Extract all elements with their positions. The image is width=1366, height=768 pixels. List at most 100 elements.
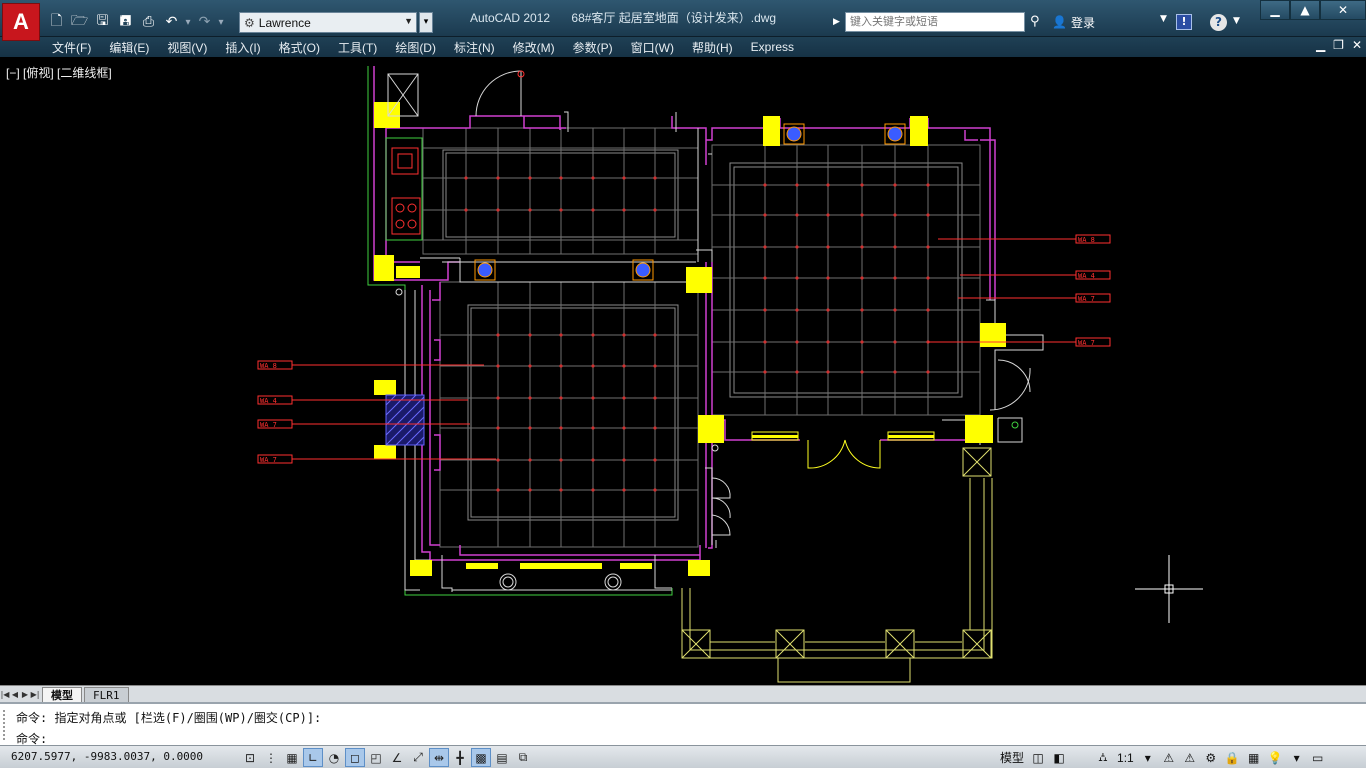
menu-insert[interactable]: 插入(I) — [225, 39, 260, 56]
login-dropdown-icon[interactable]: ▼ — [1160, 14, 1167, 24]
menu-dimension[interactable]: 标注(N) — [454, 39, 495, 56]
quick-properties-icon[interactable]: ▤ — [492, 748, 512, 767]
light-dot — [559, 426, 563, 430]
undo-icon[interactable]: ↶ — [161, 12, 182, 33]
menu-format[interactable]: 格式(O) — [279, 39, 320, 56]
dynamic-input-icon[interactable]: ⇹ — [429, 748, 449, 767]
search-expand-icon[interactable]: ▶ — [833, 12, 845, 32]
workspace-dropdown[interactable]: ⚙ Lawrence ▼ — [239, 12, 417, 33]
light-dot — [559, 364, 563, 368]
help-dropdown-icon[interactable]: ▼ — [1233, 16, 1240, 26]
menu-draw[interactable]: 绘图(D) — [395, 39, 436, 56]
lock-icon[interactable]: 🔒 — [1223, 748, 1242, 767]
quick-view-drawings-icon[interactable]: ◧ — [1050, 748, 1068, 767]
doc-minimize-icon[interactable]: ▁ — [1316, 38, 1325, 52]
login-button[interactable]: 👤 登录 — [1052, 12, 1095, 32]
model-space-button[interactable]: 模型 — [998, 748, 1026, 767]
drafting-toggles: ⊡ ⋮ ▦ ∟ ◔ ◻ ◰ ∠ ⤢ ⇹ ╋ ▩ ▤ ⧉ — [240, 748, 533, 767]
menu-window[interactable]: 窗口(W) — [631, 39, 674, 56]
save-icon[interactable]: 🖫 — [92, 12, 113, 33]
polar-tracking-icon[interactable]: ◔ — [324, 748, 344, 767]
hardware-acceleration-icon[interactable]: ▦ — [1245, 748, 1263, 767]
application-menu-button[interactable]: A — [2, 3, 40, 41]
annotation-scale-icon[interactable]: ⛼ — [1094, 748, 1112, 767]
object-snap-icon[interactable]: ◻ — [345, 748, 365, 767]
prev-tab-icon[interactable]: ◀ — [10, 690, 20, 699]
new-file-icon[interactable]: 🗋 — [46, 12, 67, 33]
chevron-down-icon: ▼ — [404, 16, 413, 26]
menu-tools[interactable]: 工具(T) — [338, 39, 377, 56]
isolate-objects-icon[interactable]: 💡 — [1266, 748, 1285, 767]
ceiling-light-dots — [464, 176, 930, 492]
tab-flr1[interactable]: FLR1 — [84, 686, 129, 702]
dynamic-ucs-icon[interactable]: ⤢ — [408, 748, 428, 767]
light-dot — [795, 183, 799, 187]
terrace-outline — [681, 447, 993, 683]
transparency-icon[interactable]: ▩ — [471, 748, 491, 767]
infer-constraints-icon[interactable]: ⊡ — [240, 748, 260, 767]
search-input[interactable] — [845, 12, 1025, 32]
help-icon[interactable]: ? — [1210, 14, 1227, 31]
snap-mode-icon[interactable]: ⋮ — [261, 748, 281, 767]
minimize-icon[interactable]: ▁ — [1260, 0, 1290, 20]
lineweight-icon[interactable]: ╋ — [450, 748, 470, 767]
cursor-coordinates[interactable]: 6207.5977, -9983.0037, 0.0000 — [11, 750, 203, 763]
redo-icon[interactable]: ↷ — [194, 12, 215, 33]
open-file-icon[interactable]: 🗁 — [69, 12, 90, 33]
grid-display-icon[interactable]: ▦ — [282, 748, 302, 767]
customize-toolbar-button[interactable]: ▾ — [419, 12, 433, 33]
light-dot — [559, 176, 563, 180]
menu-file[interactable]: 文件(F) — [52, 39, 91, 56]
next-tab-icon[interactable]: ▶ — [20, 690, 30, 699]
maximize-icon[interactable]: ▲ — [1290, 0, 1320, 20]
close-icon[interactable]: ✕ — [1320, 0, 1366, 20]
light-dot — [653, 396, 657, 400]
light-dot — [926, 245, 930, 249]
menu-express[interactable]: Express — [751, 40, 794, 54]
workspace-switching-icon[interactable]: ⚙ — [1202, 748, 1220, 767]
annotation-scale-dropdown-icon[interactable]: ▾ — [1139, 748, 1157, 767]
light-dot — [528, 176, 532, 180]
3d-object-snap-icon[interactable]: ◰ — [366, 748, 386, 767]
selection-cycling-icon[interactable]: ⧉ — [513, 748, 533, 767]
light-dot — [528, 364, 532, 368]
light-dot — [860, 370, 864, 374]
annotation-scale-value[interactable]: 1:1 — [1115, 748, 1136, 767]
annotation-visibility-icon[interactable]: ⚠ — [1160, 748, 1178, 767]
drawing-canvas[interactable]: WA 8 WA 4 WA 7 WA 7 WA 8 WA 4 WA 7 WA 7 — [0, 57, 1366, 685]
print-icon[interactable]: ⎙ — [138, 12, 159, 33]
menu-modify[interactable]: 修改(M) — [513, 39, 555, 56]
first-tab-icon[interactable]: |◀ — [0, 690, 10, 699]
object-snap-tracking-icon[interactable]: ∠ — [387, 748, 407, 767]
auto-scale-icon[interactable]: ⚠ — [1181, 748, 1199, 767]
quick-view-layouts-icon[interactable]: ◫ — [1029, 748, 1047, 767]
redo-dropdown-icon[interactable]: ▾ — [217, 17, 225, 28]
ortho-mode-icon[interactable]: ∟ — [303, 748, 323, 767]
save-as-icon[interactable]: 🖪 — [115, 12, 136, 33]
menu-edit[interactable]: 编辑(E) — [109, 39, 149, 56]
light-dot — [795, 370, 799, 374]
last-tab-icon[interactable]: ▶| — [30, 690, 40, 699]
menu-view[interactable]: 视图(V) — [167, 39, 207, 56]
file-name: 68#客厅 起居室地面（设计发来）.dwg — [571, 11, 777, 25]
doc-close-icon[interactable]: ✕ — [1352, 38, 1362, 52]
clean-screen-icon[interactable]: ▭ — [1309, 748, 1327, 767]
menu-help[interactable]: 帮助(H) — [692, 39, 733, 56]
light-dot — [528, 396, 532, 400]
undo-dropdown-icon[interactable]: ▾ — [184, 17, 192, 28]
binoculars-icon[interactable]: ⚲ — [1030, 12, 1046, 32]
light-dot — [826, 213, 830, 217]
tab-model[interactable]: 模型 — [42, 686, 82, 702]
light-dot — [622, 458, 626, 462]
command-line-grip[interactable] — [3, 710, 9, 740]
exchange-icon[interactable]: ! — [1176, 14, 1192, 30]
viewport-controls[interactable]: [−] [俯视] [二维线框] — [6, 64, 112, 81]
floor-grid-room-a — [422, 127, 699, 255]
status-menu-icon[interactable]: ▾ — [1288, 748, 1306, 767]
window-title: AutoCAD 2012 68#客厅 起居室地面（设计发来）.dwg — [470, 9, 794, 26]
light-dot — [496, 333, 500, 337]
doc-restore-icon[interactable]: ❐ — [1333, 38, 1344, 52]
command-line[interactable]: 命令: 指定对角点或 [栏选(F)/圈围(WP)/圈交(CP)]: 命令: — [0, 702, 1366, 746]
menu-parametric[interactable]: 参数(P) — [573, 39, 613, 56]
light-dot — [591, 176, 595, 180]
